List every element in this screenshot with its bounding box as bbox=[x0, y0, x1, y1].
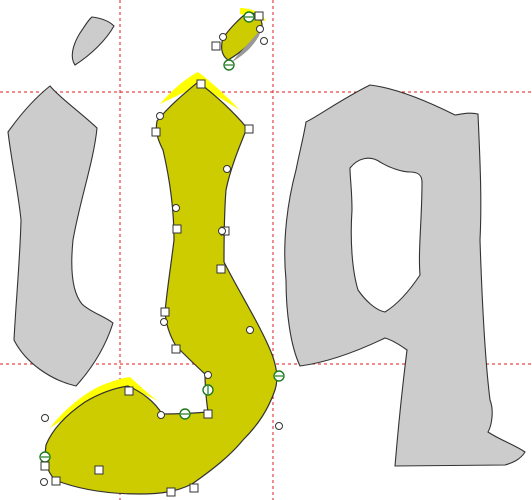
glyph-dotless-i[interactable] bbox=[7, 85, 114, 387]
node-circle[interactable] bbox=[246, 326, 254, 334]
node-circle[interactable] bbox=[260, 37, 268, 45]
node-square[interactable] bbox=[40, 461, 50, 471]
node-square[interactable] bbox=[51, 476, 61, 486]
node-circle[interactable] bbox=[275, 422, 283, 430]
glyph-editor-canvas[interactable] bbox=[0, 0, 532, 500]
glyph-i-dot[interactable] bbox=[71, 16, 115, 66]
node-circle[interactable] bbox=[256, 25, 264, 33]
node-circle[interactable] bbox=[172, 204, 180, 212]
node-square[interactable] bbox=[211, 41, 221, 51]
node-circle[interactable] bbox=[40, 478, 48, 486]
node-circle[interactable] bbox=[160, 318, 168, 326]
node-circle[interactable] bbox=[218, 227, 226, 235]
node-square[interactable] bbox=[244, 124, 254, 134]
node-square[interactable] bbox=[160, 307, 170, 317]
node-square[interactable] bbox=[124, 386, 134, 396]
node-square[interactable] bbox=[166, 487, 176, 497]
node-circle[interactable] bbox=[156, 112, 164, 120]
node-circle[interactable] bbox=[204, 371, 212, 379]
glyph-q[interactable] bbox=[284, 84, 526, 467]
node-circle[interactable] bbox=[41, 414, 49, 422]
node-square[interactable] bbox=[189, 483, 199, 493]
node-circle[interactable] bbox=[219, 33, 227, 41]
node-square[interactable] bbox=[171, 344, 181, 354]
node-square[interactable] bbox=[254, 11, 264, 21]
node-square[interactable] bbox=[94, 465, 104, 475]
node-circle[interactable] bbox=[223, 165, 231, 173]
node-square[interactable] bbox=[196, 79, 206, 89]
node-square[interactable] bbox=[172, 224, 182, 234]
node-square[interactable] bbox=[151, 127, 161, 137]
node-circle[interactable] bbox=[157, 411, 165, 419]
node-square[interactable] bbox=[203, 409, 213, 419]
node-square[interactable] bbox=[216, 264, 226, 274]
